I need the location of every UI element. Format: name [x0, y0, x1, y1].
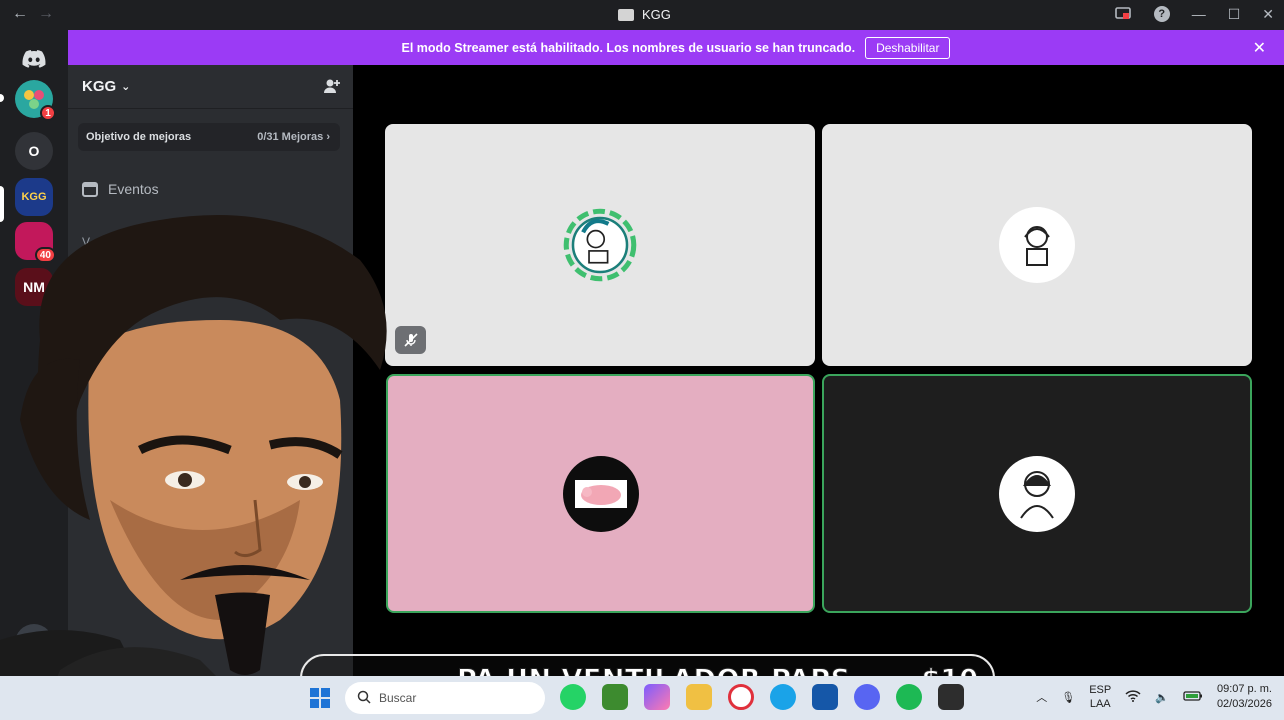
copilot-icon[interactable]	[644, 684, 670, 710]
wifi-icon[interactable]	[1125, 689, 1141, 705]
system-tray: ︿ 🎙 ESP LAA 🔈 09:07 p. m. 02/03/2026	[1036, 682, 1272, 712]
server-icon	[618, 8, 634, 21]
participant-tile-1[interactable]	[385, 124, 815, 366]
participant-tile-2[interactable]	[822, 124, 1252, 366]
chevron-up-icon[interactable]: ︿	[1036, 689, 1047, 705]
events-item[interactable]: Eventos	[82, 181, 159, 197]
unread-pill	[0, 94, 4, 102]
windows-start-icon[interactable]	[310, 688, 330, 708]
window-title: KGG	[618, 7, 671, 22]
participant-avatar	[562, 207, 638, 283]
calendar-icon	[82, 181, 98, 197]
events-label: Eventos	[108, 181, 159, 197]
server-icon-2[interactable]: O	[15, 132, 53, 170]
search-placeholder: Buscar	[379, 691, 417, 705]
participant-tile-4[interactable]	[822, 374, 1252, 613]
date: 02/03/2026	[1216, 698, 1272, 710]
discord-home-icon[interactable]	[15, 40, 53, 78]
title-bar: ← → KGG ? — ☐ ✕	[0, 0, 1284, 30]
microphone-icon[interactable]: 🎙	[1061, 691, 1075, 704]
chevron-down-icon: ⌄	[121, 81, 131, 93]
whatsapp-icon[interactable]	[560, 684, 586, 710]
clock[interactable]: 09:07 p. m. 02/03/2026	[1217, 682, 1272, 712]
server-name: KGG	[82, 78, 117, 95]
disable-streamer-button[interactable]: Deshabilitar	[865, 36, 951, 59]
time: 09:07 p. m.	[1216, 683, 1272, 695]
store-icon[interactable]	[812, 684, 838, 710]
minecraft-icon[interactable]	[602, 684, 628, 710]
spotify-icon[interactable]	[896, 684, 922, 710]
close-icon[interactable]: ✕	[1253, 38, 1266, 58]
opera-icon[interactable]	[728, 684, 754, 710]
window-controls: ? — ☐ ✕	[1114, 5, 1274, 23]
banner-message: El modo Streamer está habilitado. Los no…	[401, 40, 856, 55]
window-title-text: KGG	[642, 7, 671, 22]
app-icon[interactable]	[938, 684, 964, 710]
forward-button[interactable]: →	[38, 5, 54, 23]
screen-share-icon[interactable]	[1114, 5, 1132, 23]
discord-taskbar-icon[interactable]	[854, 684, 880, 710]
help-icon[interactable]: ?	[1153, 6, 1170, 22]
streamer-overlay-portrait	[0, 200, 400, 720]
boost-goal-label: Objetivo de mejoras	[86, 131, 192, 143]
search-icon	[357, 690, 371, 707]
minimize-button[interactable]: —	[1192, 6, 1206, 22]
pinned-apps	[560, 684, 964, 710]
file-explorer-icon[interactable]	[686, 684, 712, 710]
back-button[interactable]: ←	[12, 5, 28, 23]
streamer-mode-banner: El modo Streamer está habilitado. Los no…	[68, 30, 1284, 65]
participant-avatar	[999, 455, 1075, 532]
close-button[interactable]: ✕	[1262, 6, 1274, 23]
participant-tile-3[interactable]	[386, 374, 815, 613]
taskbar: Buscar ︿ 🎙 ESP LAA 🔈 09:07 p. m. 02/03/2…	[0, 676, 1284, 720]
server-icon-1[interactable]: 1	[15, 80, 56, 121]
mention-badge: 1	[40, 105, 56, 121]
language-indicator[interactable]: ESP LAA	[1089, 683, 1111, 711]
battery-icon[interactable]	[1183, 690, 1203, 705]
taskbar-search[interactable]: Buscar	[345, 682, 545, 714]
participant-avatar	[562, 455, 639, 532]
volume-icon[interactable]: 🔈	[1155, 691, 1169, 704]
nav-buttons: ← →	[12, 5, 54, 23]
server-header[interactable]: KGG ⌄	[68, 65, 353, 109]
maximize-button[interactable]: ☐	[1228, 6, 1241, 23]
boost-goal-value: 0/31 Mejoras	[257, 131, 324, 143]
participant-avatar	[999, 207, 1075, 283]
edge-icon[interactable]	[770, 684, 796, 710]
boost-goal[interactable]: Objetivo de mejoras 0/31 Mejoras ›	[78, 123, 340, 151]
add-member-icon[interactable]	[323, 77, 341, 100]
